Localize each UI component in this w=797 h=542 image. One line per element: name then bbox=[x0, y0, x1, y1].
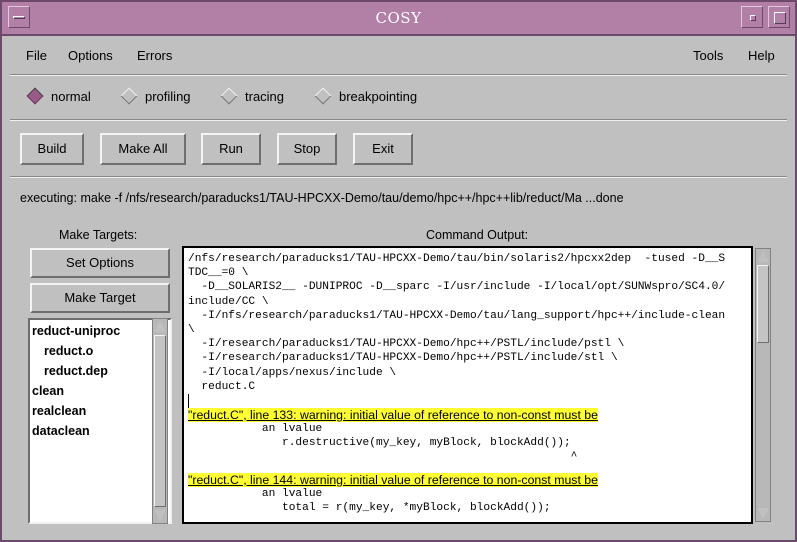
radio-selected-indicator bbox=[26, 87, 44, 105]
output-line: ^ bbox=[188, 451, 578, 464]
output-line: an lvalue bbox=[188, 423, 323, 436]
output-line: -I/local/apps/nexus/include \ bbox=[188, 366, 397, 379]
output-line: include/CC \ bbox=[188, 295, 269, 308]
cosy-window: COSY File Options Errors Tools Help norm… bbox=[0, 0, 797, 542]
scroll-up-arrow-icon[interactable] bbox=[154, 321, 166, 332]
radio-indicator bbox=[120, 87, 138, 105]
minimize-button[interactable] bbox=[741, 6, 763, 28]
scroll-up-arrow-icon[interactable] bbox=[757, 251, 769, 262]
radio-indicator bbox=[220, 87, 238, 105]
make-target-button[interactable]: Make Target bbox=[30, 283, 170, 313]
scroll-thumb[interactable] bbox=[757, 265, 769, 343]
window-title: COSY bbox=[375, 9, 422, 27]
maximize-button[interactable] bbox=[768, 6, 790, 28]
radio-label: profiling bbox=[145, 89, 191, 104]
menu-options[interactable]: Options bbox=[68, 48, 113, 63]
radio-separator bbox=[10, 119, 787, 121]
menu-file[interactable]: File bbox=[26, 48, 47, 63]
radio-label: normal bbox=[51, 89, 91, 104]
menu-errors[interactable]: Errors bbox=[137, 48, 172, 63]
scroll-down-arrow-icon[interactable] bbox=[154, 510, 166, 521]
output-line: -I/nfs/research/paraducks1/TAU-HPCXX-Dem… bbox=[188, 309, 726, 322]
warning-line-133[interactable]: "reduct.C", line 133: warning: initial v… bbox=[188, 407, 598, 423]
make-targets-heading: Make Targets: bbox=[59, 228, 138, 242]
menu-tools[interactable]: Tools bbox=[693, 48, 723, 63]
set-options-button[interactable]: Set Options bbox=[30, 248, 170, 278]
output-line: \ bbox=[188, 323, 195, 336]
status-text: executing: make -f /nfs/research/paraduc… bbox=[20, 191, 624, 205]
output-scrollbar[interactable] bbox=[755, 248, 771, 522]
list-item[interactable]: clean bbox=[32, 384, 64, 398]
list-item[interactable]: reduct-uniproc bbox=[32, 324, 120, 338]
toolbar-separator bbox=[10, 176, 787, 178]
scroll-down-arrow-icon[interactable] bbox=[757, 508, 769, 519]
menu-separator bbox=[10, 74, 787, 76]
warning-line-144[interactable]: "reduct.C", line 144: warning: initial v… bbox=[188, 472, 598, 488]
output-line: /nfs/research/paraducks1/TAU-HPCXX-Demo/… bbox=[188, 253, 726, 265]
output-line: reduct.C bbox=[188, 380, 256, 393]
text-cursor bbox=[188, 393, 189, 408]
output-line: TDC__=0 \ bbox=[188, 267, 249, 280]
list-item[interactable]: reduct.o bbox=[44, 344, 93, 358]
stop-button[interactable]: Stop bbox=[277, 133, 337, 165]
output-line: -I/research/paraducks1/TAU-HPCXX-Demo/hp… bbox=[188, 352, 618, 365]
scroll-thumb[interactable] bbox=[154, 335, 166, 507]
make-all-button[interactable]: Make All bbox=[100, 133, 186, 165]
output-line: -D__SOLARIS2__ -DUNIPROC -D__sparc -I/us… bbox=[188, 281, 726, 294]
menu-bar: File Options Errors Tools Help bbox=[10, 38, 787, 72]
list-item[interactable]: reduct.dep bbox=[44, 364, 108, 378]
list-item[interactable]: dataclean bbox=[32, 424, 90, 438]
output-line: -I/research/paraducks1/TAU-HPCXX-Demo/hp… bbox=[188, 338, 625, 351]
command-output-panel[interactable]: /nfs/research/paraducks1/TAU-HPCXX-Demo/… bbox=[182, 246, 753, 524]
title-bar[interactable]: COSY bbox=[2, 2, 795, 36]
menu-help[interactable]: Help bbox=[748, 48, 775, 63]
output-line: total = r(my_key, *myBlock, blockAdd()); bbox=[188, 502, 551, 514]
output-line: r.destructive(my_key, myBlock, blockAdd(… bbox=[188, 437, 571, 450]
mode-radio-group: normal profiling tracing breakpointing bbox=[2, 87, 795, 107]
output-line: an lvalue bbox=[188, 487, 323, 500]
exit-button[interactable]: Exit bbox=[353, 133, 413, 165]
make-targets-list[interactable]: reduct-uniproc reduct.o reduct.dep clean… bbox=[28, 318, 172, 524]
build-button[interactable]: Build bbox=[20, 133, 84, 165]
command-output-heading: Command Output: bbox=[426, 228, 529, 242]
radio-label: breakpointing bbox=[339, 89, 418, 104]
list-item[interactable]: realclean bbox=[32, 404, 86, 418]
radio-indicator bbox=[314, 87, 332, 105]
radio-label: tracing bbox=[245, 89, 285, 104]
run-button[interactable]: Run bbox=[201, 133, 261, 165]
targets-scrollbar[interactable] bbox=[152, 318, 168, 524]
